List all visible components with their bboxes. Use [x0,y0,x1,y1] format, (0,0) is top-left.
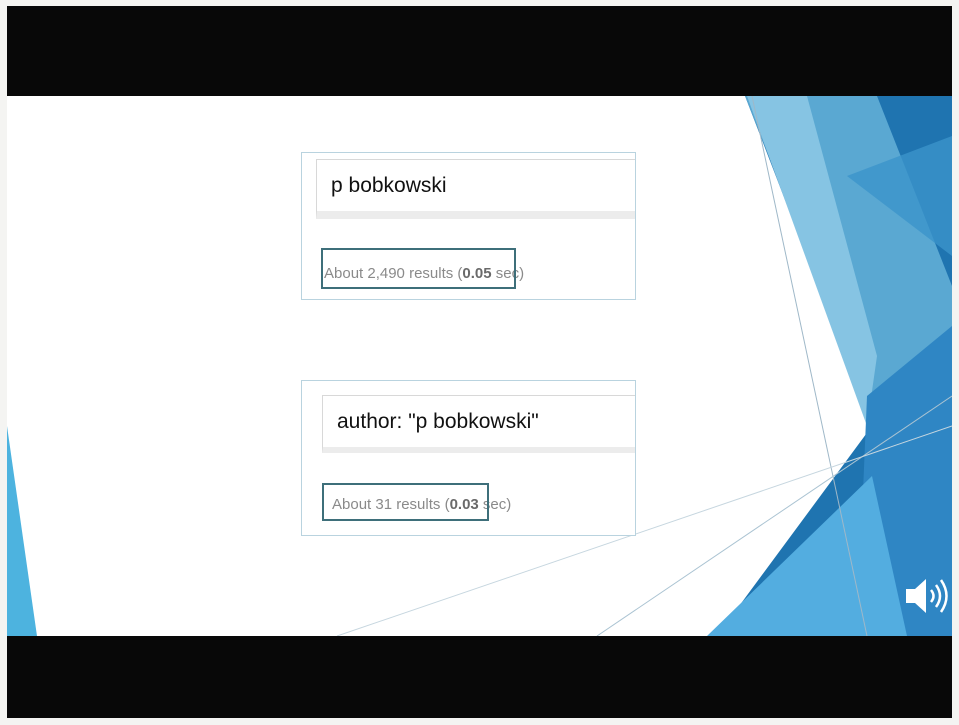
search-result-card-2: author: "p bobkowski" About 31 results (… [301,380,636,536]
letterbox-bottom [7,636,952,718]
speaker-icon[interactable] [902,574,952,618]
search-query-box[interactable]: author: "p bobkowski" [322,395,635,453]
results-count-highlight [322,483,489,521]
letterbox-top [7,6,952,96]
search-query-text: p bobkowski [331,173,447,197]
search-query-box[interactable]: p bobkowski [316,159,635,219]
results-count-highlight [321,248,516,289]
slide: p bobkowski About 2,490 results (0.05 se… [7,96,952,636]
search-query-text: author: "p bobkowski" [337,409,539,433]
search-result-card-1: p bobkowski About 2,490 results (0.05 se… [301,152,636,300]
video-frame: p bobkowski About 2,490 results (0.05 se… [0,0,959,725]
